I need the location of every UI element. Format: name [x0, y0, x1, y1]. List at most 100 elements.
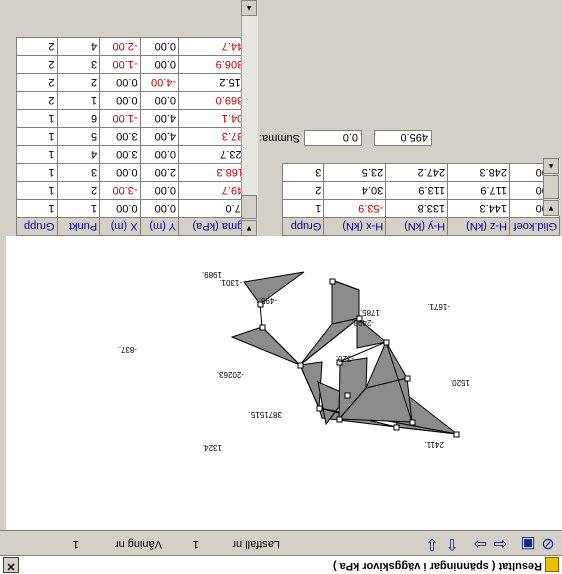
- table-row[interactable]: -837.3 4.00 3.00 5 1: [16, 127, 256, 146]
- cell-x[interactable]: 0.00: [99, 163, 141, 182]
- table-row[interactable]: 0.00 248.3 247.2 23.5 3: [282, 163, 560, 182]
- cell-x[interactable]: 0.00: [99, 73, 141, 92]
- cell-x[interactable]: -1.00: [99, 55, 141, 74]
- floor-value[interactable]: 1: [73, 538, 79, 550]
- cell-group[interactable]: 3: [282, 163, 324, 182]
- loadcase-value[interactable]: 1: [193, 538, 199, 550]
- cell-hz[interactable]: 117.9: [447, 181, 510, 200]
- cell-group[interactable]: 1: [16, 145, 58, 164]
- table-row[interactable]: -1869.0 0.00 0.00 1 2: [16, 91, 256, 110]
- scroll-up-icon[interactable]: ▲: [241, 0, 257, 16]
- cell-y[interactable]: -4.00: [140, 73, 179, 92]
- cell-group[interactable]: 1: [16, 127, 58, 146]
- cell-y[interactable]: 0.00: [140, 55, 179, 74]
- cell-x[interactable]: 0.00: [99, 199, 141, 218]
- table-row[interactable]: -744.7 0.00 -2.00 4 2: [16, 37, 256, 56]
- cell-group[interactable]: 2: [16, 73, 58, 92]
- cell-point[interactable]: 1: [57, 199, 100, 218]
- column-header[interactable]: Grupp: [282, 217, 324, 236]
- cell-y[interactable]: 4.00: [140, 109, 179, 128]
- cell-hx[interactable]: 30.4: [323, 181, 386, 200]
- cell-point[interactable]: 3: [57, 55, 100, 74]
- scroll-down-icon[interactable]: ▼: [543, 200, 559, 216]
- cell-point[interactable]: 1: [57, 91, 100, 110]
- table-row[interactable]: -1306.9 0.00 -1.00 3 2: [16, 55, 256, 74]
- cell-hy[interactable]: 247.2: [385, 163, 448, 182]
- cell-group[interactable]: 2: [16, 55, 58, 74]
- cell-point[interactable]: 3: [57, 163, 100, 182]
- cell-x[interactable]: 3.00: [99, 145, 141, 164]
- cell-y[interactable]: 4.00: [140, 127, 179, 146]
- loadcase-label: Lastfall nr: [232, 538, 280, 550]
- arrow-left-icon[interactable]: ⇦: [490, 534, 510, 552]
- cell-hz[interactable]: 248.3: [447, 163, 510, 182]
- cell-y[interactable]: 0.00: [140, 199, 179, 218]
- cell-group[interactable]: 2: [282, 181, 324, 200]
- table-row[interactable]: 387.0 0.00 0.00 1 1: [16, 199, 256, 218]
- cell-point[interactable]: 6: [57, 109, 100, 128]
- table-row[interactable]: -349.7 0.00 -3.00 2 1: [16, 181, 256, 200]
- force-table-scrollbar[interactable]: ▼ ▲: [543, 158, 560, 216]
- scroll-thumb[interactable]: [543, 175, 559, 199]
- table-row[interactable]: 1123.7 0.00 3.00 4 1: [16, 145, 256, 164]
- table-row[interactable]: -1168.3 2.00 0.00 3 1: [16, 163, 256, 182]
- table-row[interactable]: -204.1 4.00 -1.00 6 1: [16, 109, 256, 128]
- scroll-thumb[interactable]: [241, 195, 257, 219]
- table-row[interactable]: 0.00 117.9 113.9 30.4 2: [282, 181, 560, 200]
- table-row[interactable]: 0.00 144.3 133.8 -53.9 1: [282, 199, 560, 218]
- stress-table-scrollbar[interactable]: ▼ ▲: [241, 0, 258, 236]
- cell-y[interactable]: 0.00: [140, 145, 179, 164]
- scroll-up-icon[interactable]: ▲: [543, 158, 559, 174]
- cell-point[interactable]: 4: [57, 145, 100, 164]
- cell-group[interactable]: 2: [16, 91, 58, 110]
- cell-x[interactable]: -1.00: [99, 109, 141, 128]
- column-header[interactable]: Glid.koef: [509, 217, 560, 236]
- cell-hx[interactable]: 23.5: [323, 163, 386, 182]
- cell-y[interactable]: 0.00: [140, 91, 179, 110]
- cell-y[interactable]: 2.00: [140, 163, 179, 182]
- column-header[interactable]: Y (m): [140, 217, 179, 236]
- cell-y[interactable]: 0.00: [140, 37, 179, 56]
- cell-point[interactable]: 5: [57, 127, 100, 146]
- node-marker: [409, 419, 416, 426]
- cell-group[interactable]: 1: [16, 199, 58, 218]
- arrow-up-icon[interactable]: ⇧: [442, 534, 462, 552]
- column-header[interactable]: H-y (kN): [385, 217, 448, 236]
- cell-y[interactable]: 0.00: [140, 181, 179, 200]
- node-marker: [393, 424, 400, 431]
- help-icon[interactable]: ⊘: [538, 534, 558, 552]
- close-button[interactable]: ✕: [3, 557, 19, 573]
- cell-x[interactable]: -3.00: [99, 181, 141, 200]
- cell-point[interactable]: 4: [57, 37, 100, 56]
- cell-group[interactable]: 1: [16, 109, 58, 128]
- arrow-right-icon[interactable]: ⇨: [470, 534, 490, 552]
- cell-x[interactable]: 3.00: [99, 127, 141, 146]
- column-header[interactable]: Grupp: [16, 217, 58, 236]
- cell-group[interactable]: 1: [282, 199, 324, 218]
- scroll-down-icon[interactable]: ▼: [241, 220, 257, 236]
- cell-x[interactable]: 0.00: [99, 91, 141, 110]
- cell-group[interactable]: 1: [16, 181, 58, 200]
- cell-point[interactable]: 2: [57, 73, 100, 92]
- arrow-down-icon[interactable]: ⇩: [422, 534, 442, 552]
- stress-diagram: 2411. 1520. 1324. 3871515. -320. -20263.…: [119, 270, 470, 452]
- printer-icon[interactable]: ▣: [518, 534, 538, 552]
- stress-label: -837.: [119, 345, 137, 354]
- cell-group[interactable]: 2: [16, 37, 58, 56]
- node-marker: [453, 431, 460, 438]
- column-header[interactable]: H-x (kN): [323, 217, 386, 236]
- cell-hx[interactable]: -53.9: [323, 199, 386, 218]
- stress-table-header: Sigma (kPa) Y (m) X (m) Punkt Grupp: [16, 217, 256, 236]
- table-row[interactable]: 2515.2 -4.00 0.00 2 2: [16, 73, 256, 92]
- cell-hy[interactable]: 113.9: [385, 181, 448, 200]
- cell-hy[interactable]: 133.8: [385, 199, 448, 218]
- column-header[interactable]: X (m): [99, 217, 141, 236]
- cell-point[interactable]: 2: [57, 181, 100, 200]
- cell-group[interactable]: 1: [16, 163, 58, 182]
- cell-hz[interactable]: 144.3: [447, 199, 510, 218]
- column-header[interactable]: H-z (kN): [447, 217, 510, 236]
- stress-label: -20263.: [217, 370, 244, 379]
- column-header[interactable]: Punkt: [57, 217, 100, 236]
- floor-label: Våning nr: [114, 538, 162, 550]
- cell-x[interactable]: -2.00: [99, 37, 141, 56]
